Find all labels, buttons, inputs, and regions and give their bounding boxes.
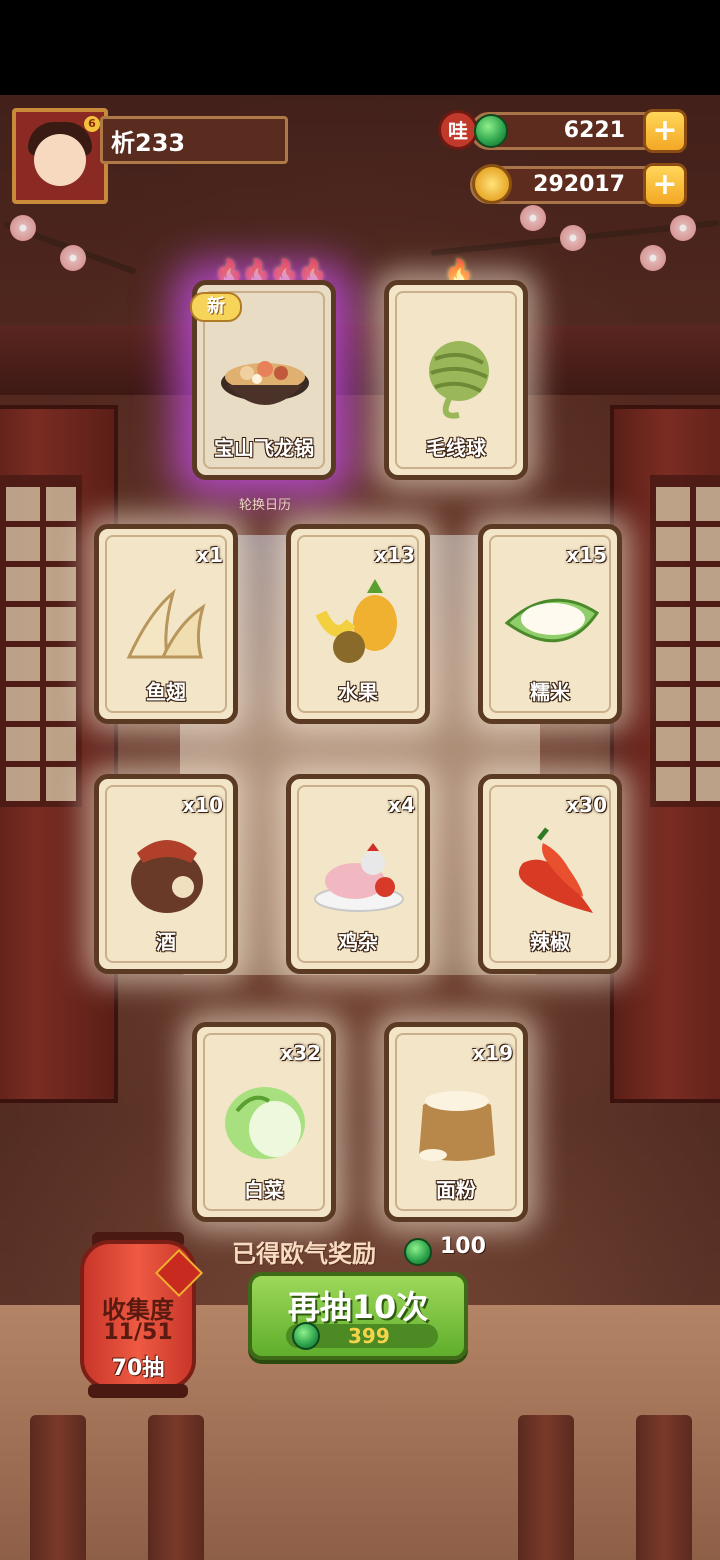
rotate-calendar-link[interactable]: 轮换日历 bbox=[220, 494, 310, 513]
blossom bbox=[60, 245, 86, 271]
blossom bbox=[560, 225, 586, 251]
reward-label: 已得欧气奖励 bbox=[232, 1240, 376, 1268]
card-label: 鸡杂 bbox=[338, 930, 378, 954]
chicken-icon bbox=[314, 843, 404, 912]
avatar-face bbox=[34, 134, 86, 186]
right-window-lattice bbox=[650, 475, 720, 807]
card-wine[interactable]: x10 酒 bbox=[94, 774, 238, 974]
card-label: 毛线球 bbox=[426, 436, 486, 460]
chili-icon bbox=[518, 827, 593, 913]
collection-progress: 11/51 bbox=[103, 1320, 173, 1345]
card-shark-fin[interactable]: x1 鱼翅 bbox=[94, 524, 238, 724]
jade-coin-icon bbox=[474, 114, 508, 148]
card-label: 白菜 bbox=[244, 1178, 284, 1202]
card-label: 面粉 bbox=[436, 1178, 476, 1202]
card-label: 鱼翅 bbox=[146, 680, 186, 704]
fruit-icon bbox=[315, 579, 397, 663]
add-jade-button[interactable]: + bbox=[643, 109, 687, 153]
card-flour[interactable]: x19 面粉 bbox=[384, 1022, 528, 1222]
blossom bbox=[640, 245, 666, 271]
rice-icon bbox=[504, 598, 599, 643]
card-label: 酒 bbox=[156, 930, 176, 954]
reward-value: 100 bbox=[440, 1234, 486, 1259]
card-count: x10 bbox=[182, 793, 223, 817]
card-label: 宝山飞龙锅 bbox=[214, 436, 314, 460]
card-count: x19 bbox=[472, 1041, 513, 1065]
card-yarn-ball[interactable]: 毛线球 bbox=[384, 280, 528, 480]
collection-lantern[interactable]: 收集度 11/51 70抽 bbox=[80, 1240, 204, 1390]
wall-beam bbox=[0, 325, 720, 395]
shark-fin-icon bbox=[126, 588, 206, 659]
jade-coin-icon bbox=[404, 1238, 432, 1266]
card-fruit[interactable]: x13 水果 bbox=[286, 524, 430, 724]
draw-ten-button[interactable]: 再抽10次 399 bbox=[248, 1272, 468, 1360]
coin-value: 292017 bbox=[533, 172, 625, 197]
blossom bbox=[520, 205, 546, 231]
card-cabbage[interactable]: x32 白菜 bbox=[192, 1022, 336, 1222]
card-chicken-giblets[interactable]: x4 鸡杂 bbox=[286, 774, 430, 974]
hotpot-icon bbox=[221, 361, 309, 405]
draw-cost: 399 bbox=[348, 1324, 390, 1348]
card-chili[interactable]: x30 辣椒 bbox=[478, 774, 622, 974]
fence-post bbox=[30, 1415, 86, 1560]
card-count: x1 bbox=[196, 543, 223, 567]
left-window-lattice bbox=[0, 475, 82, 807]
gold-coin-icon bbox=[472, 164, 512, 204]
wa-badge-icon[interactable]: 哇 bbox=[438, 110, 478, 150]
new-badge: 新 bbox=[190, 292, 242, 322]
card-label: 辣椒 bbox=[530, 930, 570, 954]
lantern-base bbox=[88, 1384, 188, 1398]
draw-cost-bar: 399 bbox=[286, 1322, 438, 1350]
fence-post bbox=[636, 1415, 692, 1560]
card-count: x30 bbox=[566, 793, 607, 817]
jade-value: 6221 bbox=[563, 118, 625, 143]
card-count: x13 bbox=[374, 543, 415, 567]
fence-post bbox=[148, 1415, 204, 1560]
card-count: x32 bbox=[280, 1041, 321, 1065]
card-label: 糯米 bbox=[530, 680, 570, 704]
avatar-badge-icon: 6 bbox=[84, 116, 100, 132]
fence-post bbox=[518, 1415, 574, 1560]
cabbage-icon bbox=[225, 1087, 305, 1159]
player-avatar[interactable]: 6 bbox=[12, 108, 108, 204]
yarn-ball-icon bbox=[429, 341, 489, 419]
card-label: 水果 bbox=[338, 680, 378, 704]
draw-ten-label: 再抽10次 bbox=[287, 1288, 429, 1326]
add-coins-button[interactable]: + bbox=[643, 163, 687, 207]
collection-pulls: 70抽 bbox=[111, 1356, 165, 1381]
blossom bbox=[10, 215, 36, 241]
card-glutinous-rice[interactable]: x15 糯米 bbox=[478, 524, 622, 724]
jade-coin-icon bbox=[292, 1322, 320, 1350]
card-count: x4 bbox=[388, 793, 415, 817]
card-count: x15 bbox=[566, 543, 607, 567]
blossom bbox=[670, 215, 696, 241]
flour-sack-icon bbox=[419, 1091, 495, 1161]
player-name: 析233 bbox=[100, 116, 288, 164]
wine-jar-icon bbox=[131, 840, 203, 913]
